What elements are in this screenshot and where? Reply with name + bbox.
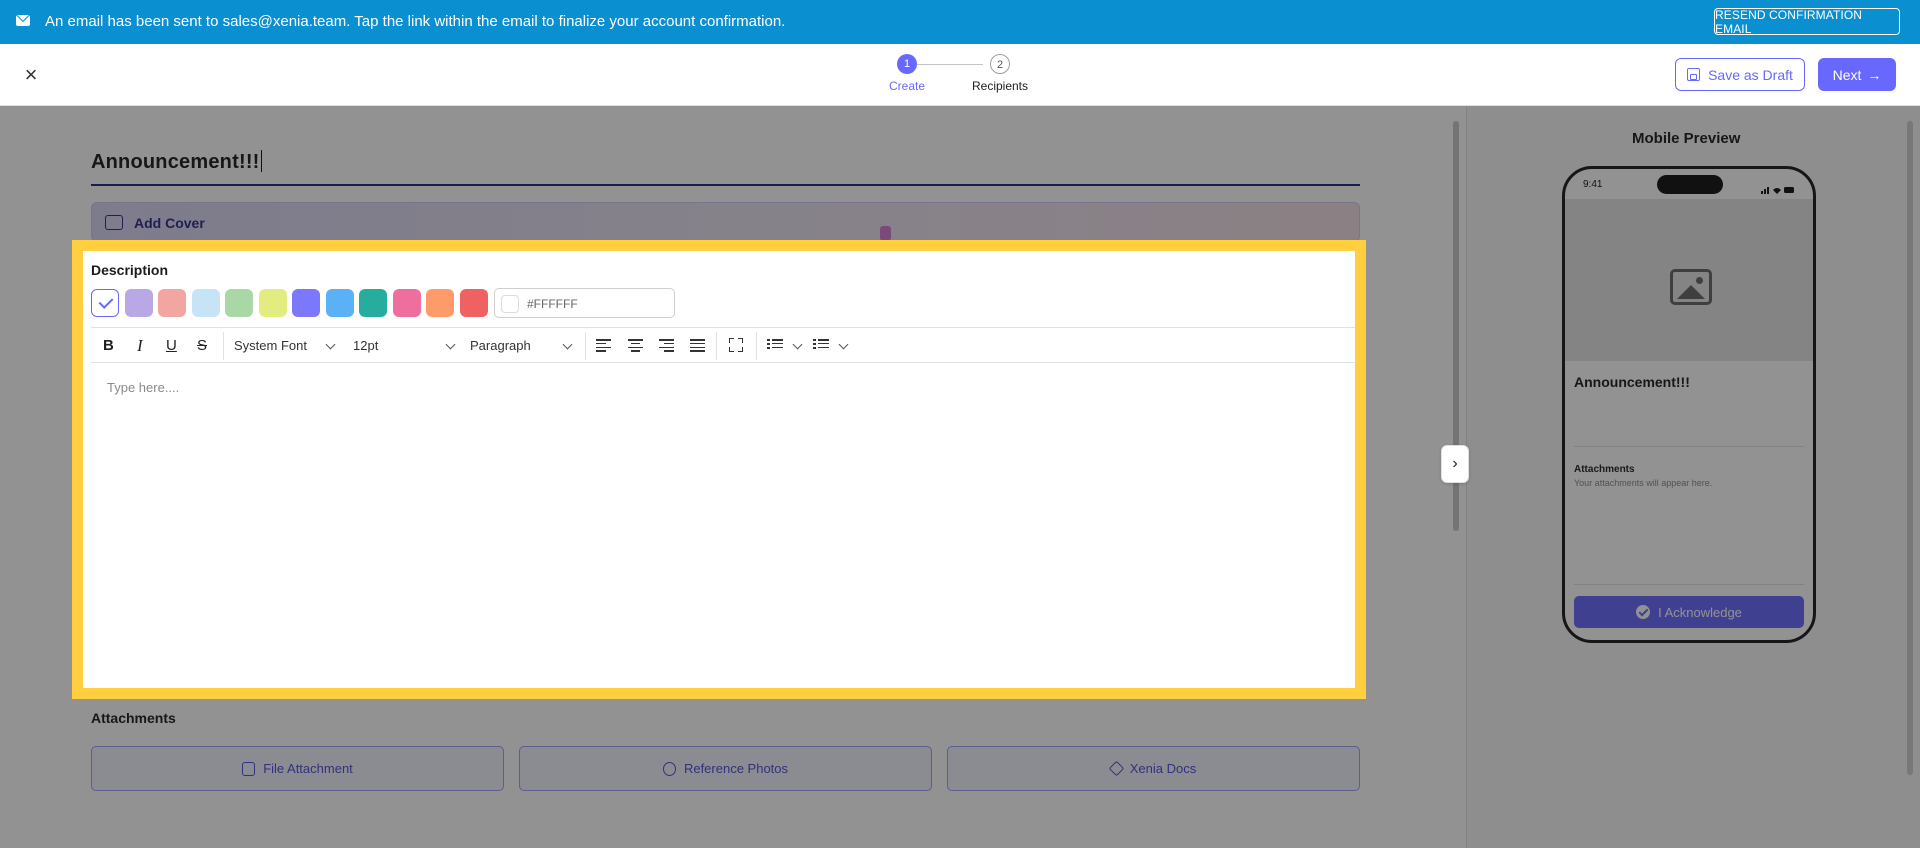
- bold-button[interactable]: B: [103, 337, 114, 355]
- reference-photos-label: Reference Photos: [683, 761, 789, 776]
- color-swatch[interactable]: [225, 289, 253, 317]
- hand-cursor-icon: [880, 226, 891, 240]
- strikethrough-button[interactable]: S: [197, 337, 207, 355]
- chevron-down-icon[interactable]: [792, 339, 803, 350]
- reference-photos-button[interactable]: Reference Photos: [519, 746, 932, 791]
- color-swatch[interactable]: [191, 289, 220, 317]
- toolbar-divider: [223, 332, 224, 360]
- font-family-select[interactable]: System Font: [234, 337, 307, 355]
- preview-scrollbar[interactable]: [1907, 113, 1914, 818]
- banner-message: An email has been sent to sales@xenia.te…: [45, 13, 786, 30]
- phone-divider: [1574, 584, 1804, 585]
- phone-attachments-heading: Attachments: [1574, 464, 1635, 475]
- color-swatch[interactable]: [158, 289, 186, 317]
- color-swatch[interactable]: [124, 289, 153, 317]
- save-as-draft-button[interactable]: Save as Draft: [1675, 58, 1805, 91]
- title-underline: [91, 184, 1360, 186]
- next-label: Next: [1832, 66, 1862, 83]
- step-label: Recipients: [971, 79, 1029, 93]
- chevron-down-icon: [562, 339, 573, 350]
- chevron-down-icon: [445, 339, 456, 350]
- phone-notch: [1657, 175, 1723, 194]
- phone-status-icons: [1761, 181, 1795, 194]
- text-caret: [260, 150, 263, 172]
- hex-value: #FFFFFF: [527, 297, 578, 311]
- next-button[interactable]: Next →: [1818, 58, 1896, 91]
- description-label: Description: [91, 262, 169, 278]
- layers-icon: [1108, 760, 1125, 777]
- add-cover-label: Add Cover: [134, 215, 205, 231]
- color-swatch[interactable]: [325, 289, 354, 317]
- editor-toolbar: B I U S System Font 12pt Paragraph: [91, 327, 1355, 363]
- block-format-select[interactable]: Paragraph: [470, 337, 531, 355]
- font-size-select[interactable]: 12pt: [353, 337, 378, 355]
- attachments-heading: Attachments: [91, 710, 176, 726]
- underline-button[interactable]: U: [166, 337, 177, 355]
- phone-time: 9:41: [1583, 179, 1603, 190]
- image-placeholder-icon: [1670, 269, 1712, 305]
- fullscreen-icon[interactable]: [729, 338, 743, 352]
- chevron-down-icon: [325, 339, 336, 350]
- numbered-list-icon[interactable]: [767, 339, 783, 352]
- mobile-preview-title: Mobile Preview: [1632, 130, 1741, 147]
- arrow-right-icon: →: [1867, 66, 1882, 83]
- collapse-preview-button[interactable]: ›: [1441, 445, 1469, 483]
- align-left-icon[interactable]: [596, 339, 611, 352]
- resend-confirmation-button[interactable]: RESEND CONFIRMATION EMAIL: [1714, 8, 1900, 36]
- file-icon: [242, 761, 256, 776]
- confirmation-banner: An email has been sent to sales@xenia.te…: [0, 0, 1920, 44]
- close-icon[interactable]: ×: [22, 64, 40, 86]
- acknowledge-label: I Acknowledge: [1658, 604, 1742, 620]
- toolbar-divider: [756, 332, 757, 360]
- save-as-draft-label: Save as Draft: [1708, 66, 1793, 83]
- acknowledge-button[interactable]: I Acknowledge: [1574, 596, 1804, 628]
- scrollbar-thumb[interactable]: [1907, 121, 1913, 775]
- title-value: Announcement!!!: [91, 151, 260, 173]
- toolbar-divider: [585, 332, 586, 360]
- align-justify-icon[interactable]: [690, 339, 705, 352]
- xenia-docs-label: Xenia Docs: [1129, 761, 1197, 776]
- chevron-down-icon[interactable]: [838, 339, 849, 350]
- toolbar-divider: [716, 332, 717, 360]
- phone-mockup: 9:41 Announcement!!! Attachments Your at…: [1562, 166, 1816, 643]
- step-recipients[interactable]: 2 Recipients: [966, 54, 1034, 93]
- file-attachment-button[interactable]: File Attachment: [91, 746, 504, 791]
- phone-attachments-subtext: Your attachments will appear here.: [1574, 478, 1713, 488]
- bullet-list-icon[interactable]: [813, 339, 829, 352]
- step-number: 1: [897, 54, 917, 74]
- header: × 1 Create 2 Recipients Save as Draft Ne…: [0, 44, 1920, 106]
- phone-announcement-title: Announcement!!!: [1574, 374, 1690, 390]
- color-swatch[interactable]: [91, 289, 119, 317]
- step-create[interactable]: 1 Create: [880, 54, 934, 93]
- color-swatch[interactable]: [258, 289, 287, 317]
- mail-icon: [16, 15, 30, 26]
- align-center-icon[interactable]: [628, 339, 643, 352]
- phone-divider: [1574, 446, 1804, 447]
- chevron-right-icon: ›: [1452, 455, 1458, 472]
- italic-button[interactable]: I: [137, 337, 143, 355]
- xenia-docs-button[interactable]: Xenia Docs: [947, 746, 1360, 791]
- save-icon: [1687, 68, 1701, 81]
- image-icon: [105, 215, 123, 230]
- hex-color-input[interactable]: #FFFFFF: [494, 288, 675, 318]
- color-chip: [501, 295, 519, 313]
- step-label: Create: [888, 79, 926, 93]
- color-swatch[interactable]: [426, 289, 454, 317]
- step-number: 2: [990, 54, 1010, 74]
- check-circle-icon: [1636, 605, 1651, 619]
- color-swatch[interactable]: [459, 289, 488, 317]
- photo-icon: [662, 761, 676, 776]
- add-cover-button[interactable]: Add Cover: [91, 202, 1360, 242]
- color-swatch[interactable]: [292, 289, 320, 317]
- description-editor[interactable]: Type here....: [107, 380, 179, 395]
- file-attachment-label: File Attachment: [263, 761, 353, 776]
- color-swatch[interactable]: [359, 289, 387, 317]
- align-right-icon[interactable]: [659, 339, 674, 352]
- color-swatch[interactable]: [392, 289, 421, 317]
- title-input[interactable]: Announcement!!!: [91, 150, 263, 174]
